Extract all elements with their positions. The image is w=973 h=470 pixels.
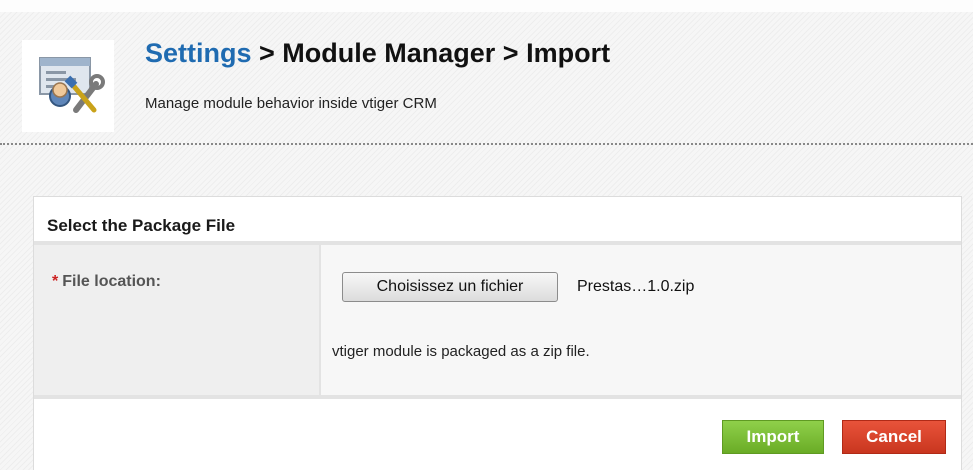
import-button[interactable]: Import	[722, 420, 824, 454]
settings-tools-icon	[22, 40, 114, 132]
choose-file-button[interactable]: Choisissez un fichier	[342, 272, 558, 302]
breadcrumb-settings-link[interactable]: Settings	[145, 38, 252, 68]
package-file-panel: Select the Package File * File location: …	[33, 196, 962, 470]
panel-header: Select the Package File	[34, 197, 961, 245]
header-divider	[0, 143, 973, 145]
page-title: Settings > Module Manager > Import	[145, 38, 610, 69]
breadcrumb-trail: > Module Manager > Import	[251, 38, 611, 68]
top-band	[0, 0, 973, 12]
field-label-cell: * File location:	[34, 245, 321, 395]
field-value-cell: Choisissez un fichier Prestas…1.0.zip vt…	[321, 245, 961, 395]
page-subtitle: Manage module behavior inside vtiger CRM	[145, 95, 437, 112]
file-location-label-text: File location:	[62, 273, 161, 290]
file-help-text: vtiger module is packaged as a zip file.	[332, 343, 590, 360]
selected-file-name: Prestas…1.0.zip	[577, 278, 695, 295]
panel-title: Select the Package File	[47, 216, 236, 235]
file-location-label: * File location:	[52, 273, 161, 291]
required-marker: *	[52, 273, 59, 290]
cancel-button[interactable]: Cancel	[842, 420, 946, 454]
footer-divider	[34, 395, 961, 399]
